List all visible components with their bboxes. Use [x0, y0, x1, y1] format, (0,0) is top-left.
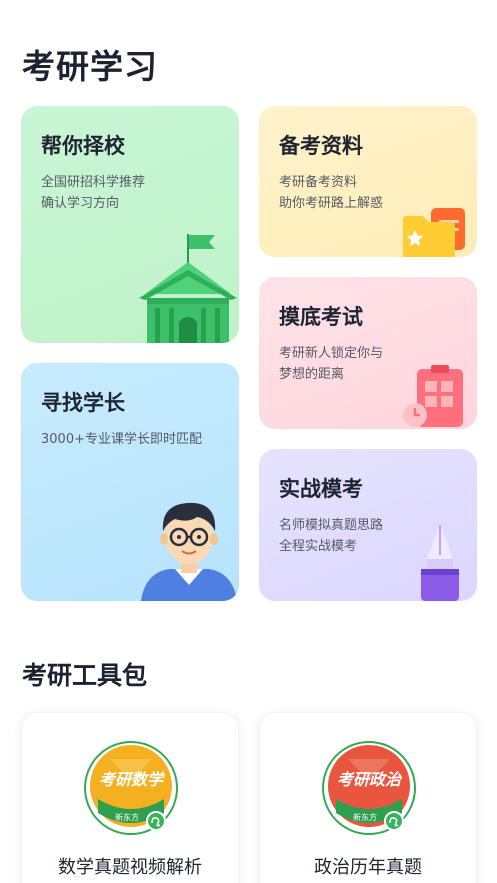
card-title: 实战模考 — [279, 477, 363, 501]
card-description: 3000+专业课学长即时匹配 — [41, 429, 202, 450]
card-choose-school[interactable]: 帮你择校 全国研招科学推荐 确认学习方向 — [21, 106, 239, 343]
card-desc-line: 全国研招科学推荐 — [41, 175, 146, 190]
badge-text: 考研数学 — [99, 770, 165, 789]
pen-nib-icon — [421, 525, 459, 601]
card-desc-line: 助你考研路上解惑 — [279, 196, 384, 211]
card-description: 考研新人锁定你与 梦想的距离 — [279, 343, 383, 385]
senior-student-avatar-icon — [141, 502, 237, 601]
card-title: 摸底考试 — [279, 305, 363, 329]
calendar-clock-icon — [403, 365, 463, 427]
brand-text: 新东方 — [353, 812, 377, 822]
card-desc-line: 3000+专业课学长即时匹配 — [41, 432, 202, 447]
toolkit-item-label: 数学真题视频解析 — [58, 857, 202, 878]
toolkit-item-math[interactable]: 考研数学 新东方 数学真题视频解析 — [21, 712, 239, 883]
card-desc-line: 考研新人锁定你与 — [279, 346, 384, 361]
badge-text: 考研政治 — [337, 770, 403, 789]
math-course-badge-icon: 考研数学 新东方 — [84, 741, 178, 835]
card-mock-test[interactable]: 摸底考试 考研新人锁定你与 梦想的距离 — [259, 277, 477, 429]
card-title: 备考资料 — [279, 134, 363, 158]
toolkit-section-title: 考研工具包 — [22, 661, 148, 690]
toolkit-item-politics[interactable]: 考研政治 新东方 政治历年真题 — [259, 712, 477, 883]
card-desc-line: 名师模拟真题思路 — [279, 518, 384, 533]
politics-course-badge-icon: 考研政治 新东方 — [322, 741, 416, 835]
card-description: 名师模拟真题思路 全程实战模考 — [279, 515, 383, 557]
page-title: 考研学习 — [22, 47, 158, 86]
card-desc-line: 全程实战模考 — [279, 539, 358, 554]
card-title: 寻找学长 — [41, 391, 125, 415]
card-description: 考研备考资料 助你考研路上解惑 — [279, 172, 383, 214]
brand-text: 新东方 — [115, 812, 139, 822]
school-building-icon — [139, 234, 237, 343]
card-materials[interactable]: 备考资料 考研备考资料 助你考研路上解惑 — [259, 106, 477, 257]
card-desc-line: 考研备考资料 — [279, 175, 358, 190]
card-find-senior[interactable]: 寻找学长 3000+专业课学长即时匹配 — [21, 363, 239, 601]
folder-icon — [403, 208, 465, 257]
card-title: 帮你择校 — [41, 134, 125, 158]
card-desc-line: 确认学习方向 — [41, 196, 120, 211]
toolkit-item-label: 政治历年真题 — [314, 857, 422, 878]
card-desc-line: 梦想的距离 — [279, 367, 345, 382]
card-practice-exam[interactable]: 实战模考 名师模拟真题思路 全程实战模考 — [259, 449, 477, 601]
card-description: 全国研招科学推荐 确认学习方向 — [41, 172, 145, 214]
